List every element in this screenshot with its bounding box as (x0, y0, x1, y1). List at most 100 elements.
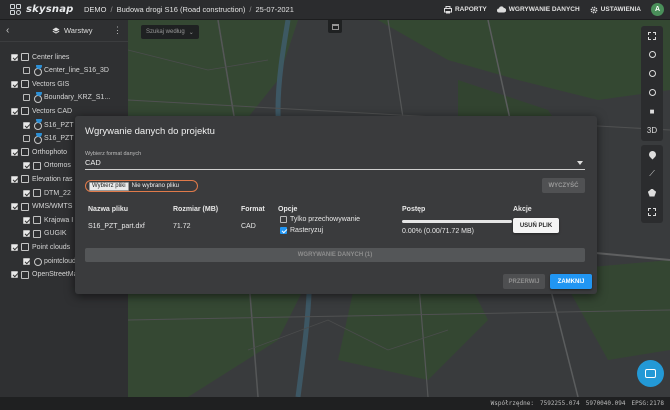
layer-visibility-checkbox[interactable] (23, 257, 30, 265)
points-icon (33, 257, 42, 266)
rasterize-checkbox[interactable] (280, 227, 287, 234)
screenshot-button[interactable]: ■ (641, 102, 663, 121)
layer-label: S16_PZT (44, 121, 74, 129)
upload-dialog: Wgrywanie danych do projektu Wybierz for… (75, 116, 597, 294)
store-only-label: Tylko przechowywanie (290, 216, 361, 223)
back-chevron-icon[interactable]: ‹ (6, 25, 22, 36)
format-select[interactable]: CAD (85, 158, 585, 170)
layers-panel-title: Warstwy (52, 26, 92, 35)
header-actions: RAPORTY WGRYWANIE DANYCH USTAWIENIA A (443, 3, 670, 16)
3d-toggle-button[interactable]: 3D (641, 121, 663, 140)
layer-item[interactable]: Center lines (0, 51, 128, 63)
more-vertical-icon[interactable]: ⋮ (113, 25, 122, 36)
layer-label: Vectors CAD (32, 107, 73, 115)
layer-visibility-checkbox[interactable] (23, 216, 30, 224)
layer-label: OpenStreetMap (32, 271, 82, 279)
folder-icon (21, 175, 29, 184)
layer-status-badge (36, 132, 42, 137)
volume-tool-button[interactable] (641, 202, 663, 221)
logo-text: skysnap (26, 4, 74, 15)
polygon-tool-button[interactable] (641, 183, 663, 202)
col-header-format: Format (241, 206, 265, 213)
layer-visibility-checkbox[interactable] (11, 175, 18, 183)
fullscreen-button[interactable] (641, 26, 663, 45)
col-header-actions: Akcje (513, 206, 532, 213)
layer-visibility-checkbox[interactable] (11, 203, 18, 211)
layer-item[interactable]: Boundary_KRZ_S1... (0, 91, 128, 104)
logo[interactable]: skysnap (0, 3, 84, 16)
file-format: CAD (241, 223, 256, 230)
layer-status-badge (36, 64, 42, 69)
folder-icon (21, 148, 29, 157)
layer-label: GUGIK (44, 230, 67, 238)
epsg-code[interactable]: EPSG:2178 (631, 400, 664, 407)
map-pin-icon (647, 149, 657, 160)
upload-progress-bar (402, 220, 512, 223)
image-icon (33, 189, 41, 197)
image-icon (33, 229, 41, 238)
clear-button[interactable]: WYCZYŚĆ (542, 178, 585, 193)
reports-label: RAPORTY (454, 6, 487, 13)
status-bar: Współrzędne: 7592255.074 5970040.094 EPS… (0, 397, 670, 410)
folder-icon (21, 202, 29, 211)
layers-title-text: Warstwy (64, 26, 93, 35)
layer-visibility-checkbox[interactable] (23, 94, 30, 102)
layer-visibility-checkbox[interactable] (23, 135, 30, 143)
folder-icon (21, 80, 29, 89)
coord-y: 5970040.094 (585, 400, 626, 407)
layer-item[interactable]: Vectors GIS (0, 78, 128, 90)
settings-button[interactable]: USTAWIENIA (590, 6, 641, 14)
map-tools-measure: ⟋ (641, 145, 663, 223)
breadcrumb-project-group[interactable]: DEMO (84, 5, 107, 14)
logo-mark-icon (10, 3, 22, 16)
layer-visibility-checkbox[interactable] (11, 107, 18, 115)
layer-label: DTM_22 (44, 189, 71, 197)
layer-visibility-checkbox[interactable] (11, 243, 18, 251)
locate-button[interactable] (641, 83, 663, 102)
map-tools-top: ■ 3D (641, 26, 663, 141)
3d-icon: 3D (646, 126, 658, 135)
coord-x: 7592255.074 (539, 400, 580, 407)
crosshair-icon (648, 89, 656, 96)
choose-file-button[interactable]: Wybierz pliki (89, 181, 129, 191)
rasterize-option[interactable]: Rasteryzuj (280, 227, 323, 234)
breadcrumb-separator: / (249, 5, 252, 14)
layer-visibility-checkbox[interactable] (11, 53, 18, 61)
layer-visibility-checkbox[interactable] (23, 189, 30, 197)
chat-button[interactable] (637, 360, 664, 387)
layer-visibility-checkbox[interactable] (23, 67, 30, 75)
layer-visibility-checkbox[interactable] (23, 230, 30, 238)
col-header-filename: Nazwa pliku (88, 206, 129, 213)
breadcrumb-date[interactable]: 25-07-2021 (256, 5, 294, 14)
dialog-title: Wgrywanie danych do projektu (85, 126, 215, 137)
layer-visibility-checkbox[interactable] (11, 80, 18, 88)
layer-label: Center lines (32, 53, 70, 61)
file-input[interactable]: Wybierz pliki Nie wybrano pliku (85, 180, 198, 192)
breadcrumb-project[interactable]: Budowa drogi S16 (Road construction) (117, 5, 246, 14)
layer-label: Vectors GIS (32, 80, 70, 88)
point-tool-button[interactable] (641, 145, 663, 164)
avatar[interactable]: A (651, 3, 664, 16)
layer-label: S16_PZT (44, 135, 74, 143)
layer-visibility-checkbox[interactable] (11, 148, 18, 156)
settings-label: USTAWIENIA (600, 6, 641, 13)
line-tool-button[interactable]: ⟋ (641, 164, 663, 183)
remove-file-button[interactable]: USUŃ PLIK (513, 218, 559, 233)
layer-visibility-checkbox[interactable] (11, 271, 18, 279)
layer-label: WMS/WMTS (32, 203, 73, 211)
store-only-option[interactable]: Tylko przechowywanie (280, 216, 360, 223)
layer-item[interactable]: Center_line_S16_3D (0, 64, 128, 77)
breadcrumb: DEMO / Budowa drogi S16 (Road constructi… (84, 5, 294, 14)
zoom-in-button[interactable] (641, 45, 663, 64)
cancel-upload-button[interactable]: PRZERWIJ (503, 274, 545, 289)
reports-button[interactable]: RAPORTY (443, 5, 487, 14)
close-dialog-button[interactable]: ZAMKNIJ (550, 274, 592, 289)
upload-data-submit-button[interactable]: WGRYWANIE DANYCH (1) (85, 248, 585, 262)
upload-data-button[interactable]: WGRYWANIE DANYCH (496, 6, 580, 13)
store-only-checkbox[interactable] (280, 216, 287, 223)
print-icon (443, 5, 452, 13)
zoom-out-button[interactable] (641, 64, 663, 83)
layer-label: Elevation ras (32, 175, 73, 183)
layer-visibility-checkbox[interactable] (23, 121, 30, 129)
layer-visibility-checkbox[interactable] (23, 162, 30, 170)
